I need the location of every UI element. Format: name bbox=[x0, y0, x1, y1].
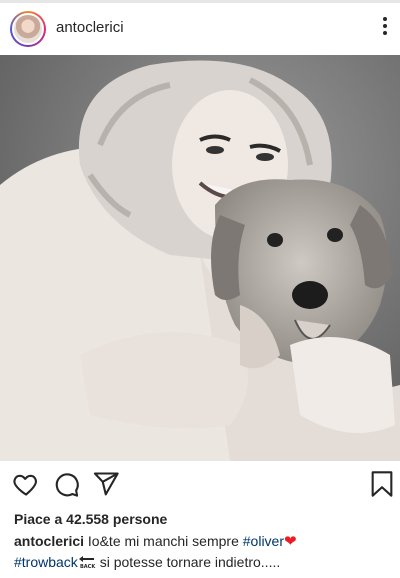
caption-text-2: si potesse tornare indietro..... bbox=[95, 554, 281, 570]
back-arrow-emoji: BACK bbox=[78, 554, 96, 570]
likes-count[interactable]: Piace a 42.558 persone bbox=[14, 511, 167, 527]
caption-author[interactable]: antoclerici bbox=[14, 533, 84, 549]
avatar[interactable] bbox=[12, 13, 44, 45]
red-heart-emoji: ❤ bbox=[284, 533, 297, 550]
heart-icon[interactable] bbox=[12, 470, 40, 498]
caption: antoclerici Io&te mi manchi sempre #oliv… bbox=[14, 531, 394, 573]
post-header: antoclerici bbox=[0, 3, 400, 55]
bookmark-icon[interactable] bbox=[368, 470, 396, 498]
post-photo[interactable] bbox=[0, 55, 400, 461]
more-vertical-icon[interactable] bbox=[382, 17, 388, 39]
comment-icon[interactable] bbox=[52, 470, 80, 498]
username[interactable]: antoclerici bbox=[56, 19, 124, 36]
post-actions bbox=[0, 470, 400, 502]
hashtag-oliver[interactable]: #oliver bbox=[243, 533, 284, 549]
svg-text:BACK: BACK bbox=[80, 564, 96, 569]
caption-text-1: Io&te mi manchi sempre bbox=[84, 533, 243, 549]
story-ring[interactable] bbox=[10, 11, 46, 47]
hashtag-trowback[interactable]: #trowback bbox=[14, 554, 78, 570]
send-icon[interactable] bbox=[92, 470, 120, 498]
